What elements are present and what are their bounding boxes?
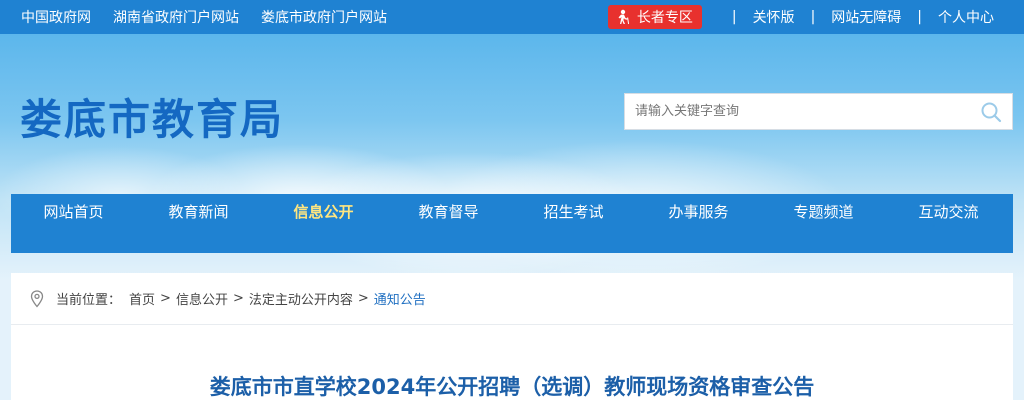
- nav-item-info-disclosure[interactable]: 信息公开: [261, 194, 386, 230]
- breadcrumb-statutory-content[interactable]: 法定主动公开内容: [249, 289, 353, 308]
- separator: |: [810, 9, 816, 25]
- article-title: 娄底市市直学校2024年公开招聘（选调）教师现场资格审查公告: [209, 375, 815, 399]
- breadcrumb-info-disclosure[interactable]: 信息公开: [176, 289, 228, 308]
- search-box: [624, 93, 1013, 130]
- nav-item-home[interactable]: 网站首页: [11, 194, 136, 230]
- breadcrumb-notices[interactable]: 通知公告: [374, 289, 426, 308]
- nav-item-news[interactable]: 教育新闻: [136, 194, 261, 230]
- search-icon[interactable]: [980, 101, 1002, 123]
- top-links: 中国政府网 湖南省政府门户网站 娄底市政府门户网站: [21, 0, 387, 34]
- link-hunan-gov[interactable]: 湖南省政府门户网站: [113, 7, 239, 27]
- nav-item-supervision[interactable]: 教育督导: [386, 194, 511, 230]
- top-bar: 中国政府网 湖南省政府门户网站 娄底市政府门户网站 长者专区 | 关怀版 | 网…: [0, 0, 1024, 34]
- accessibility-link[interactable]: 网站无障碍: [831, 7, 901, 27]
- nav-item-services[interactable]: 办事服务: [636, 194, 761, 230]
- breadcrumb-label: 当前位置：: [56, 293, 122, 308]
- link-gov-cn[interactable]: 中国政府网: [21, 7, 91, 27]
- search-input[interactable]: [635, 94, 965, 129]
- nav-item-interaction[interactable]: 互动交流: [886, 194, 1011, 230]
- main-nav: 网站首页 教育新闻 信息公开 教育督导 招生考试 办事服务 专题频道 互动交流: [11, 194, 1013, 253]
- separator: |: [917, 9, 922, 25]
- content-area: 当前位置： 首页 > 信息公开 > 法定主动公开内容 > 通知公告 娄底市市直学…: [11, 273, 1013, 400]
- breadcrumb-arrow: >: [160, 291, 171, 306]
- site-title: 娄底市教育局: [20, 95, 285, 144]
- nav-item-exams[interactable]: 招生考试: [511, 194, 636, 230]
- top-right-links: 长者专区 | 关怀版 | 网站无障碍 | 个人中心: [607, 0, 1024, 34]
- separator: |: [731, 9, 737, 25]
- location-pin-icon: [30, 289, 44, 307]
- elder-zone-button[interactable]: 长者专区: [607, 5, 702, 29]
- breadcrumb-arrow: >: [232, 291, 244, 306]
- personal-center-link[interactable]: 个人中心: [938, 7, 994, 27]
- link-loudi-gov[interactable]: 娄底市政府门户网站: [261, 7, 387, 27]
- care-version-link[interactable]: 关怀版: [753, 7, 795, 27]
- elderly-person-icon: [618, 9, 629, 25]
- elder-zone-label: 长者专区: [636, 10, 693, 26]
- breadcrumb-arrow: >: [357, 291, 369, 306]
- nav-item-topics[interactable]: 专题频道: [761, 194, 886, 230]
- breadcrumb-home[interactable]: 首页: [129, 289, 155, 308]
- breadcrumb: 当前位置： 首页 > 信息公开 > 法定主动公开内容 > 通知公告: [11, 273, 1013, 325]
